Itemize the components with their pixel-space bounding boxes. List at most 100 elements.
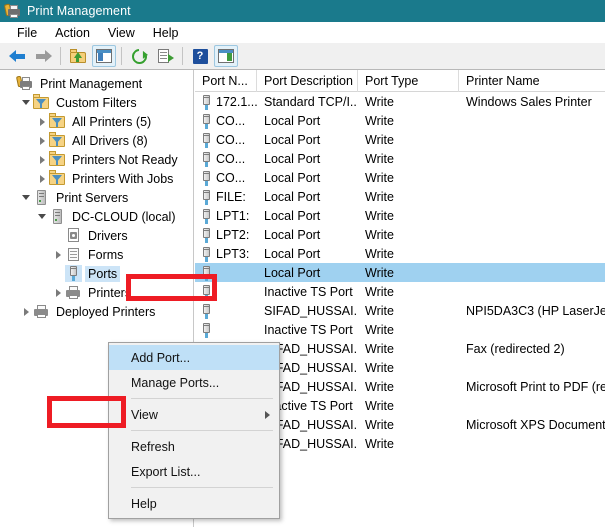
table-cell-text: Write [365,151,394,166]
table-cell-text: Write [365,322,394,337]
chevron-right-icon[interactable] [51,283,65,302]
context-menu-view[interactable]: View [109,402,279,427]
table-cell-type: Write [358,396,459,415]
print-management-icon [3,3,21,19]
tree-node-drivers[interactable]: Drivers [0,226,193,245]
table-row[interactable]: Inactive TS Port Write [195,320,605,339]
table-row[interactable]: FILE: Local Port Write [195,187,605,206]
tree-node-label: All Printers (5) [72,114,152,129]
table-cell-description: Local Port [257,111,358,130]
chevron-right-icon[interactable] [35,112,49,131]
menu-action[interactable]: Action [46,24,99,42]
tree-node-print-management[interactable]: Print Management [0,74,193,93]
tree-node-printers[interactable]: Printers [0,283,193,302]
tree-node-deployed-printers[interactable]: Deployed Printers [0,302,193,321]
table-cell-text: Local Port [264,208,321,223]
chevron-right-icon[interactable] [19,302,33,321]
table-cell-port [195,320,257,339]
table-cell-type: Write [358,415,459,434]
table-cell-text: Write [365,360,394,375]
table-cell-port: FILE: [195,187,257,206]
list-column-headers[interactable]: Port N... Port Description Port Type Printe… [195,70,605,92]
table-cell-description: Local Port [257,149,358,168]
tree-node-all-drivers-8[interactable]: All Drivers (8) [0,131,193,150]
column-header-label: Printer Name [466,73,540,88]
table-row[interactable]: CO... Local Port Write [195,149,605,168]
context-menu-separator-3 [131,487,273,488]
table-cell-text: Microsoft XPS Document W [466,417,605,432]
context-menu-separator-1 [131,398,273,399]
table-row[interactable]: Inactive TS Port Write [195,282,605,301]
tree-node-ports[interactable]: Ports [0,264,193,283]
context-menu-refresh[interactable]: Refresh [109,434,279,459]
tree-node-custom-filters[interactable]: Custom Filters [0,93,193,112]
table-row[interactable]: LPT1: Local Port Write [195,206,605,225]
tree-node-printers-not-ready[interactable]: Printers Not Ready [0,150,193,169]
show-hide-action-pane-button[interactable] [214,45,238,67]
table-cell-type: Write [358,149,459,168]
tree-node-printers-with-jobs[interactable]: Printers With Jobs [0,169,193,188]
tree-node-all-printers-5[interactable]: All Printers (5) [0,112,193,131]
title-bar: Print Management [0,0,605,22]
chevron-right-icon[interactable] [35,169,49,188]
table-cell-port: CO... [195,130,257,149]
column-port-description[interactable]: Port Description [257,70,358,92]
tree-node-dc-cloud-local[interactable]: DC-CLOUD (local) [0,207,193,226]
table-cell-type: Write [358,92,459,111]
context-menu-add-port[interactable]: Add Port... [109,345,279,370]
table-row[interactable]: 172.1... Standard TCP/I... Write Windows Sa… [195,92,605,111]
show-hide-console-tree-button[interactable] [92,45,116,67]
table-cell-port: LPT2: [195,225,257,244]
chevron-down-icon[interactable] [19,188,33,207]
table-cell-description: Local Port [257,168,358,187]
chevron-down-icon[interactable] [35,207,49,226]
context-menu-manage-ports[interactable]: Manage Ports... [109,370,279,395]
port-icon [198,132,213,148]
chevron-down-icon[interactable] [19,93,33,112]
table-cell-printer: Microsoft Print to PDF (rec [459,377,605,396]
menu-view[interactable]: View [99,24,144,42]
table-cell-port: CO... [195,168,257,187]
menu-help[interactable]: Help [144,24,188,42]
table-row[interactable]: LPT2: Local Port Write [195,225,605,244]
table-cell-text: CO... [216,132,246,147]
forward-arrow-icon [35,49,52,63]
ports-context-menu[interactable]: Add Port... Manage Ports... View Refresh Exp… [108,342,280,519]
chevron-right-icon[interactable] [35,150,49,169]
table-cell-type: Write [358,244,459,263]
help-button[interactable]: ? [188,45,212,67]
chevron-right-icon[interactable] [51,245,65,264]
context-menu-export-list[interactable]: Export List... [109,459,279,484]
column-port-type[interactable]: Port Type [358,70,459,92]
column-port-name[interactable]: Port N... [195,70,257,92]
tree-node-print-servers[interactable]: Print Servers [0,188,193,207]
table-row[interactable]: SIFAD_HUSSAI... Write NPI5DA3C3 (HP LaserJ… [195,301,605,320]
back-button[interactable] [5,45,29,67]
table-row[interactable]: LPT3: Local Port Write [195,244,605,263]
port-icon [198,303,213,319]
table-row[interactable]: CO... Local Port Write [195,168,605,187]
menu-file[interactable]: File [8,24,46,42]
export-list-button[interactable] [153,45,177,67]
column-printer-name[interactable]: Printer Name [459,70,605,92]
table-row[interactable]: Local Port Write [195,263,605,282]
export-list-icon [157,48,174,64]
drivers-icon [65,227,82,244]
tree-node-forms[interactable]: Forms [0,245,193,264]
table-cell-printer [459,130,605,149]
table-cell-text: SIFAD_HUSSAI... [264,303,358,318]
table-cell-printer [459,244,605,263]
up-one-level-button[interactable] [66,45,90,67]
table-cell-type: Write [358,377,459,396]
column-header-label: Port Description [264,73,353,88]
refresh-button[interactable] [127,45,151,67]
context-menu-help[interactable]: Help [109,491,279,516]
table-cell-printer [459,282,605,301]
table-row[interactable]: CO... Local Port Write [195,111,605,130]
chevron-right-icon[interactable] [35,131,49,150]
forward-button[interactable] [31,45,55,67]
table-row[interactable]: CO... Local Port Write [195,130,605,149]
table-cell-text: Write [365,208,394,223]
table-cell-type: Write [358,130,459,149]
table-cell-text: CO... [216,151,246,166]
